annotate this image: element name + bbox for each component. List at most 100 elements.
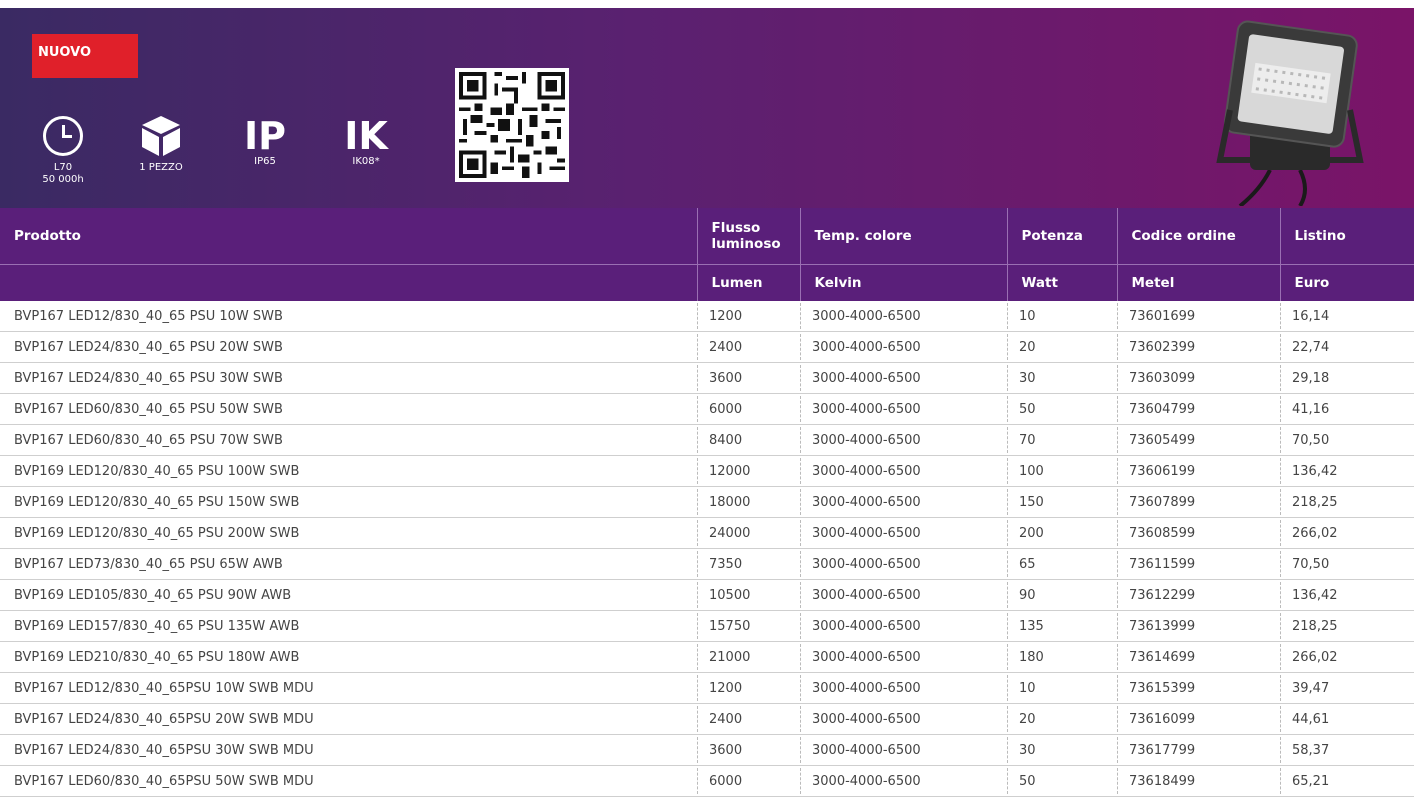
ip-feature: IP IP65 <box>220 112 310 168</box>
cell-price: 41,16 <box>1280 393 1414 425</box>
cell-product-name: BVP167 LED24/830_40_65 PSU 30W SWB <box>0 362 697 394</box>
table-body: BVP167 LED12/830_40_65 PSU 10W SWB 1200 30… <box>0 301 1414 797</box>
cell-power: 150 <box>1007 486 1117 518</box>
table-row: BVP167 LED12/830_40_65PSU 10W SWB MDU 120… <box>0 672 1414 704</box>
cell-product-name: BVP169 LED120/830_40_65 PSU 100W SWB <box>0 455 697 487</box>
unit-product <box>0 264 697 301</box>
cell-product-name: BVP167 LED24/830_40_65PSU 30W SWB MDU <box>0 734 697 766</box>
cell-order-code: 73601699 <box>1117 301 1280 332</box>
cell-color-temp: 3000-4000-6500 <box>800 393 1007 425</box>
ik-label: IK08* <box>352 156 380 167</box>
cell-luminous-flux: 2400 <box>697 331 800 363</box>
cell-price: 136,42 <box>1280 579 1414 611</box>
cell-order-code: 73614699 <box>1117 641 1280 673</box>
cell-product-name: BVP169 LED105/830_40_65 PSU 90W AWB <box>0 579 697 611</box>
ip-label: IP65 <box>254 156 276 167</box>
product-table-container: Prodotto Flusso luminoso Temp. colore Po… <box>0 208 1414 797</box>
header-order-code: Codice ordine <box>1116 208 1280 265</box>
cell-color-temp: 3000-4000-6500 <box>800 703 1007 735</box>
cell-color-temp: 3000-4000-6500 <box>800 641 1007 673</box>
unit-lumen: Lumen <box>696 264 800 301</box>
cell-power: 50 <box>1007 393 1117 425</box>
cell-luminous-flux: 12000 <box>697 455 800 487</box>
cell-order-code: 73607899 <box>1117 486 1280 518</box>
cell-power: 10 <box>1007 672 1117 704</box>
cell-color-temp: 3000-4000-6500 <box>800 362 1007 394</box>
unit-watt: Watt <box>1006 264 1117 301</box>
floodlight-product-image <box>1216 20 1364 206</box>
table-row: BVP169 LED105/830_40_65 PSU 90W AWB 10500… <box>0 579 1414 611</box>
box-icon <box>142 116 180 156</box>
cell-color-temp: 3000-4000-6500 <box>800 734 1007 766</box>
cell-luminous-flux: 8400 <box>697 424 800 456</box>
pieces-label: 1 PEZZO <box>139 162 183 173</box>
cell-luminous-flux: 15750 <box>697 610 800 642</box>
pieces-feature: 1 PEZZO <box>116 112 206 174</box>
table-row: BVP169 LED120/830_40_65 PSU 150W SWB 1800… <box>0 486 1414 518</box>
cell-luminous-flux: 2400 <box>697 703 800 735</box>
cell-price: 39,47 <box>1280 672 1414 704</box>
cell-power: 50 <box>1007 765 1117 797</box>
cell-color-temp: 3000-4000-6500 <box>800 486 1007 518</box>
cell-product-name: BVP169 LED157/830_40_65 PSU 135W AWB <box>0 610 697 642</box>
unit-kelvin: Kelvin <box>799 264 1007 301</box>
table-row: BVP167 LED60/830_40_65 PSU 50W SWB 6000 30… <box>0 393 1414 425</box>
cell-order-code: 73612299 <box>1117 579 1280 611</box>
header-product: Prodotto <box>0 208 697 265</box>
cell-order-code: 73602399 <box>1117 331 1280 363</box>
cell-color-temp: 3000-4000-6500 <box>800 424 1007 456</box>
cell-price: 266,02 <box>1280 641 1414 673</box>
cell-product-name: BVP167 LED60/830_40_65PSU 50W SWB MDU <box>0 765 697 797</box>
product-banner: NUOVO L70 50 000h 1 PEZZO IP IP65 IK IK0… <box>0 8 1414 208</box>
cell-price: 29,18 <box>1280 362 1414 394</box>
cell-price: 218,25 <box>1280 486 1414 518</box>
cell-price: 58,37 <box>1280 734 1414 766</box>
cell-order-code: 73608599 <box>1117 517 1280 549</box>
header-color-temp: Temp. colore <box>799 208 1007 265</box>
qr-code-icon[interactable] <box>455 68 569 182</box>
lifetime-label: L70 <box>53 162 73 173</box>
cell-order-code: 73606199 <box>1117 455 1280 487</box>
cell-order-code: 73616099 <box>1117 703 1280 735</box>
cell-luminous-flux: 3600 <box>697 362 800 394</box>
cell-luminous-flux: 24000 <box>697 517 800 549</box>
table-row: BVP169 LED157/830_40_65 PSU 135W AWB 1575… <box>0 610 1414 642</box>
cell-product-name: BVP169 LED120/830_40_65 PSU 150W SWB <box>0 486 697 518</box>
header-price: Listino <box>1279 208 1414 265</box>
cell-product-name: BVP167 LED60/830_40_65 PSU 70W SWB <box>0 424 697 456</box>
cell-product-name: BVP169 LED120/830_40_65 PSU 200W SWB <box>0 517 697 549</box>
table-row: BVP169 LED210/830_40_65 PSU 180W AWB 2100… <box>0 641 1414 673</box>
lifetime-hours: 50 000h <box>42 174 84 185</box>
cell-color-temp: 3000-4000-6500 <box>800 765 1007 797</box>
cell-price: 44,61 <box>1280 703 1414 735</box>
header-luminous-flux: Flusso luminoso <box>696 208 800 265</box>
table-row: BVP167 LED73/830_40_65 PSU 65W AWB 7350 30… <box>0 548 1414 580</box>
cell-product-name: BVP167 LED24/830_40_65 PSU 20W SWB <box>0 331 697 363</box>
table-row: BVP167 LED24/830_40_65 PSU 20W SWB 2400 30… <box>0 331 1414 363</box>
cell-color-temp: 3000-4000-6500 <box>800 548 1007 580</box>
table-row: BVP167 LED60/830_40_65PSU 50W SWB MDU 600… <box>0 765 1414 797</box>
cell-power: 30 <box>1007 734 1117 766</box>
ik-feature: IK IK08* <box>321 112 411 168</box>
cell-color-temp: 3000-4000-6500 <box>800 331 1007 363</box>
table-header-row: Prodotto Flusso luminoso Temp. colore Po… <box>0 208 1414 265</box>
cell-product-name: BVP167 LED12/830_40_65PSU 10W SWB MDU <box>0 672 697 704</box>
cell-power: 70 <box>1007 424 1117 456</box>
cell-price: 218,25 <box>1280 610 1414 642</box>
ip-icon: IP <box>244 114 286 158</box>
cell-luminous-flux: 10500 <box>697 579 800 611</box>
unit-metel: Metel <box>1116 264 1280 301</box>
lifetime-feature: L70 50 000h <box>18 112 108 186</box>
cell-color-temp: 3000-4000-6500 <box>800 672 1007 704</box>
cell-price: 16,14 <box>1280 301 1414 332</box>
cell-luminous-flux: 21000 <box>697 641 800 673</box>
cell-power: 20 <box>1007 331 1117 363</box>
table-units-row: Lumen Kelvin Watt Metel Euro <box>0 264 1414 301</box>
cell-power: 135 <box>1007 610 1117 642</box>
cell-luminous-flux: 7350 <box>697 548 800 580</box>
cell-color-temp: 3000-4000-6500 <box>800 301 1007 332</box>
table-row: BVP169 LED120/830_40_65 PSU 200W SWB 2400… <box>0 517 1414 549</box>
cell-power: 30 <box>1007 362 1117 394</box>
cell-luminous-flux: 1200 <box>697 301 800 332</box>
cell-order-code: 73617799 <box>1117 734 1280 766</box>
